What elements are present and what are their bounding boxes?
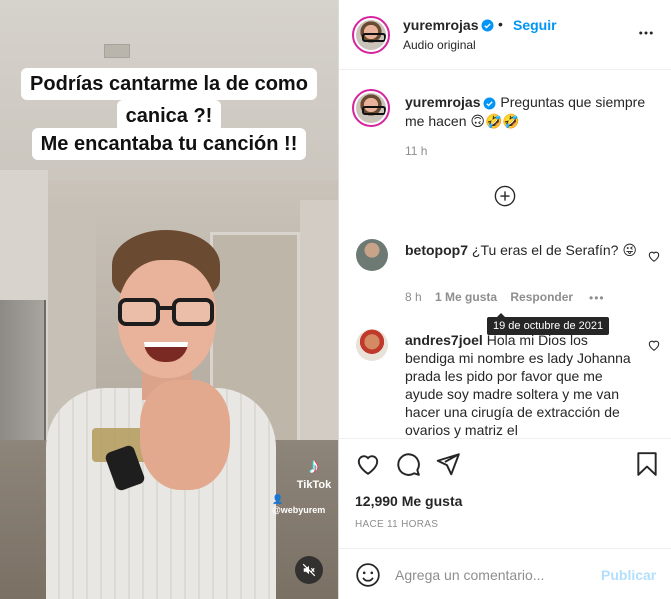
post-actions: 12,990 Me gusta HACE 11 HORAS [339,438,671,548]
author-username[interactable]: yuremrojas [403,17,494,35]
audio-link[interactable]: Audio original [403,38,476,52]
separator-dot: • [498,16,503,32]
comment-text: andres7joel Hola mi Dios los bendiga mi … [405,331,639,438]
emoji-icon[interactable] [355,562,381,588]
tiktok-handle: 👤 @webyurem [272,494,326,515]
likes-count[interactable]: 12,990 Me gusta [355,493,462,509]
comment-time[interactable]: 8 h [405,290,422,304]
background-vent [104,44,130,58]
add-comment-bar: Publicar [339,548,671,599]
author-avatar[interactable] [352,16,390,54]
post-header: yuremrojas • Seguir Audio original [339,0,671,70]
comment-icon[interactable] [395,451,421,477]
publish-button[interactable]: Publicar [601,567,656,583]
comments-section[interactable]: yuremrojas Preguntas que siempre me hace… [339,71,671,438]
video-caption-line-3: Me encantaba tu canción !! [0,128,338,160]
heart-icon[interactable] [355,451,381,477]
follow-button[interactable]: Seguir [513,17,557,33]
caption-author-avatar[interactable] [352,89,390,127]
tiktok-watermark: ♪ TikTok [292,454,336,492]
commenter-avatar[interactable] [356,239,388,271]
plus-circle-icon[interactable] [494,185,516,207]
background-wall-right [300,200,338,480]
video-player[interactable]: Podrías cantarme la de como canica ?! Me… [0,0,338,599]
heart-icon[interactable] [647,249,661,263]
tiktok-logo-icon: ♪ [308,453,320,478]
post-age[interactable]: HACE 11 HORAS [355,519,438,530]
comment-likes[interactable]: 1 Me gusta [435,290,497,304]
bookmark-icon[interactable] [634,451,660,477]
post-side-panel: yuremrojas • Seguir Audio original yurem… [338,0,671,599]
mute-button[interactable] [295,556,323,584]
share-icon[interactable] [435,451,461,477]
post-caption: yuremrojas Preguntas que siempre me hace… [405,93,659,131]
heart-icon[interactable] [647,338,661,352]
tiktok-label: TikTok [296,479,332,491]
more-horizontal-icon[interactable] [637,24,655,42]
video-caption-line-1: Podrías cantarme la de como [0,68,338,100]
clasped-hands [140,380,230,490]
commenter-username[interactable]: andres7joel [405,332,483,348]
commenter-avatar[interactable] [356,329,388,361]
caption-username[interactable]: yuremrojas [405,94,480,110]
comment-text: betopop7 ¿Tu eras el de Serafín? 😜 [405,241,639,259]
reply-button[interactable]: Responder [510,290,573,304]
commenter-username[interactable]: betopop7 [405,242,468,258]
comment-meta: 8 h 1 Me gusta Responder [405,290,583,304]
glasses [118,298,218,326]
comment-body: ¿Tu eras el de Serafín? 😜 [471,242,637,258]
verified-badge-icon [482,19,494,32]
speaker-muted-icon [302,563,316,577]
caption-timestamp[interactable]: 11 h [405,144,427,158]
person-in-video [40,220,280,599]
comment-options-button[interactable]: ••• [589,291,605,305]
comment-input[interactable] [395,563,595,587]
verified-badge-icon [484,97,496,110]
date-tooltip: 19 de octubre de 2021 [487,313,610,335]
